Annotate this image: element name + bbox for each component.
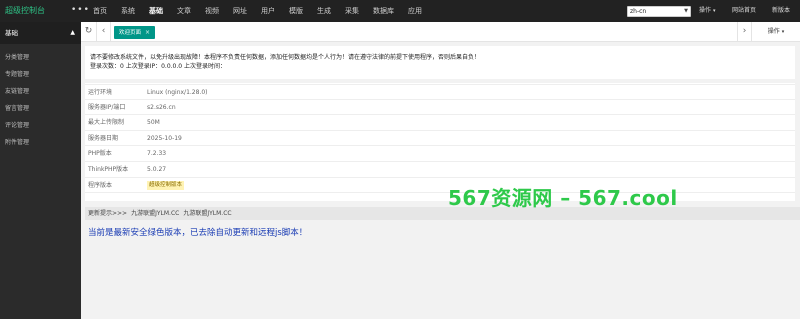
tab-bar: ↻ ‹ 欢迎页面 × › 操作 ▾ [81,22,800,42]
top-nav-item-user[interactable]: 用户 [254,0,282,22]
table-row: 运行环境 Linux (nginx/1.28.0) [85,84,795,100]
close-icon[interactable]: × [145,29,150,36]
update-tip-bar: 更新提示>>> 九游联盟JYLM.CC 九游联盟JYLM.CC [85,207,800,220]
tab-ops-menu[interactable]: 操作 ▾ [751,22,800,41]
row-value: 2025-10-19 [147,134,182,142]
chevron-left-icon[interactable]: ‹ [97,22,111,41]
top-nav-item-database[interactable]: 数据库 [366,0,401,22]
sidebar-group-basic[interactable]: 基础 ▲ [0,22,81,44]
row-value: s2.s26.cn [147,103,176,111]
chevron-down-icon: ▼ [684,8,688,14]
row-value: 7.2.33 [147,150,167,158]
table-row: ThinkPHP版本 5.0.27 [85,162,795,178]
top-nav-item-home[interactable]: 首页 [86,0,114,22]
top-nav-item-generate[interactable]: 生成 [310,0,338,22]
notice-warning: 请不要修改系统文件，以免升级出现故障！本程序不负责任何数据，添加任何数据均是个人… [90,54,481,61]
login-info: 登录次数：0 上次登录IP：0.0.0.0 上次登录时间： [90,63,227,70]
top-nav-item-video[interactable]: 视频 [198,0,226,22]
triangle-up-icon: ▲ [70,29,75,36]
main-content: 请不要修改系统文件，以免升级出现故障！本程序不负责任何数据，添加任何数据均是个人… [81,42,800,319]
row-label: 最大上传限制 [88,119,125,127]
sidebar-item-category[interactable]: 分类管理 [0,49,81,66]
top-nav: 首页 系统 基础 文章 视频 网址 用户 模版 生成 采集 数据库 应用 [86,0,429,22]
update-tip-label: 更新提示>>> [88,210,128,217]
server-info-table: 运行环境 Linux (nginx/1.28.0) 服务器IP/端口 s2.s2… [85,83,795,201]
table-row: PHP版本 7.2.33 [85,146,795,162]
top-nav-item-apps[interactable]: 应用 [401,0,429,22]
caret-down-icon: ▾ [712,8,716,14]
notice-panel: 请不要修改系统文件，以免升级出现故障！本程序不负责任何数据，添加任何数据均是个人… [85,46,795,79]
row-label: PHP版本 [88,150,112,158]
update-link-1[interactable]: 九游联盟JYLM.CC [131,210,179,217]
row-label: ThinkPHP版本 [88,165,129,173]
new-version-link[interactable]: 新版本 [772,0,790,22]
language-select[interactable]: zh-cn ▼ [627,6,691,17]
sidebar-item-topic[interactable]: 专题管理 [0,66,81,83]
tab-ops-label: 操作 [767,28,780,35]
watermark: 567资源网 – 567.cool [448,186,678,210]
top-nav-item-basic[interactable]: 基础 [142,0,170,22]
sidebar-item-comments[interactable]: 评论管理 [0,117,81,134]
site-home-link[interactable]: 网站首页 [732,0,756,22]
sidebar-item-guestbook[interactable]: 留言管理 [0,100,81,117]
language-select-value: zh-cn [630,8,647,15]
top-nav-item-template[interactable]: 模版 [282,0,310,22]
table-row: 服务器日期 2025-10-19 [85,131,795,147]
table-row: 程序版本 超级控制版本 [85,178,795,194]
row-value: Linux (nginx/1.28.0) [147,89,208,96]
top-ops-menu[interactable]: 操作 ▾ [699,0,715,22]
sidebar-list: 分类管理 专题管理 友链管理 留言管理 评论管理 附件管理 [0,44,81,151]
top-nav-item-article[interactable]: 文章 [170,0,198,22]
top-nav-item-collect[interactable]: 采集 [338,0,366,22]
row-value: 5.0.27 [147,165,167,173]
refresh-icon[interactable]: ↻ [81,22,97,41]
brand-title[interactable]: 超级控制台 [5,0,45,22]
caret-down-icon: ▾ [781,29,785,35]
top-nav-item-system[interactable]: 系统 [114,0,142,22]
sidebar-group-label: 基础 [5,29,18,37]
sidebar: 基础 ▲ 分类管理 专题管理 友链管理 留言管理 评论管理 附件管理 [0,22,81,319]
row-label: 服务器日期 [88,134,119,142]
row-label: 服务器IP/端口 [88,103,126,111]
sidebar-item-links[interactable]: 友链管理 [0,83,81,100]
row-label: 程序版本 [88,181,113,189]
top-bar: 超级控制台 ••• 首页 系统 基础 文章 视频 网址 用户 模版 生成 采集 … [0,0,800,22]
update-link-2[interactable]: 九游联盟JYLM.CC [183,210,231,217]
tab-welcome[interactable]: 欢迎页面 × [114,26,156,39]
tab-welcome-label: 欢迎页面 [119,30,142,36]
row-label: 运行环境 [88,89,113,96]
top-nav-item-url[interactable]: 网址 [226,0,254,22]
top-ops-label: 操作 [699,7,712,14]
sidebar-item-attachments[interactable]: 附件管理 [0,134,81,151]
row-value: 50M [147,119,160,127]
table-row: 最大上传限制 50M [85,115,795,131]
chevron-right-icon[interactable]: › [737,22,751,41]
update-message: 当前是最新安全绿色版本，已去除自动更新和远程js脚本！ [88,228,308,238]
version-badge: 超级控制版本 [147,180,185,190]
table-row: 服务器IP/端口 s2.s26.cn [85,100,795,116]
